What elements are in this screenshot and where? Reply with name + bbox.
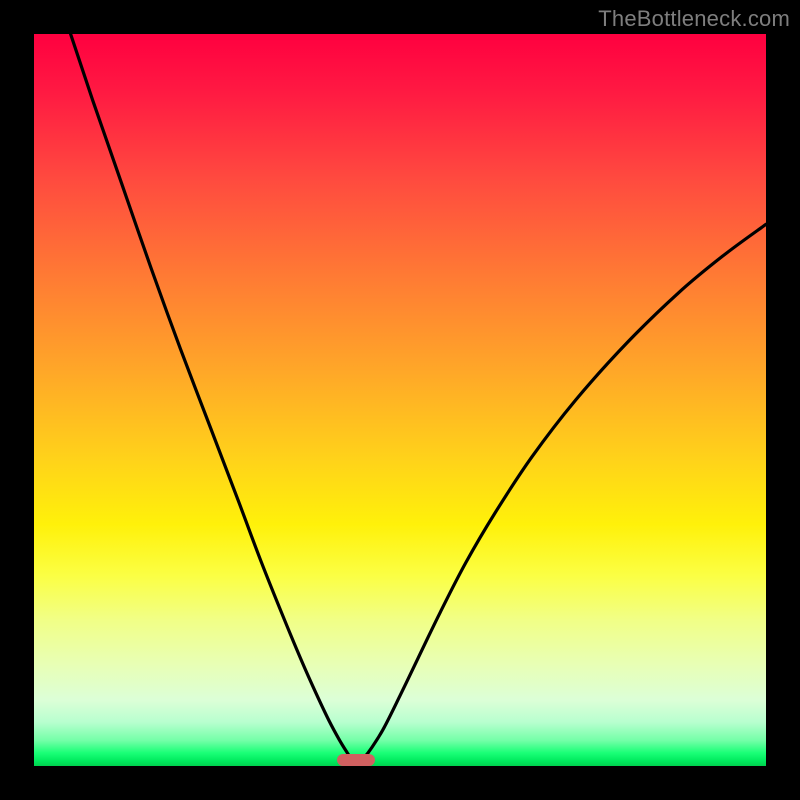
plot-area [34, 34, 766, 766]
curve-path [71, 34, 766, 766]
optimal-marker [337, 754, 375, 766]
outer-frame: TheBottleneck.com [0, 0, 800, 800]
watermark-text: TheBottleneck.com [598, 6, 790, 32]
bottleneck-curve [34, 34, 766, 766]
